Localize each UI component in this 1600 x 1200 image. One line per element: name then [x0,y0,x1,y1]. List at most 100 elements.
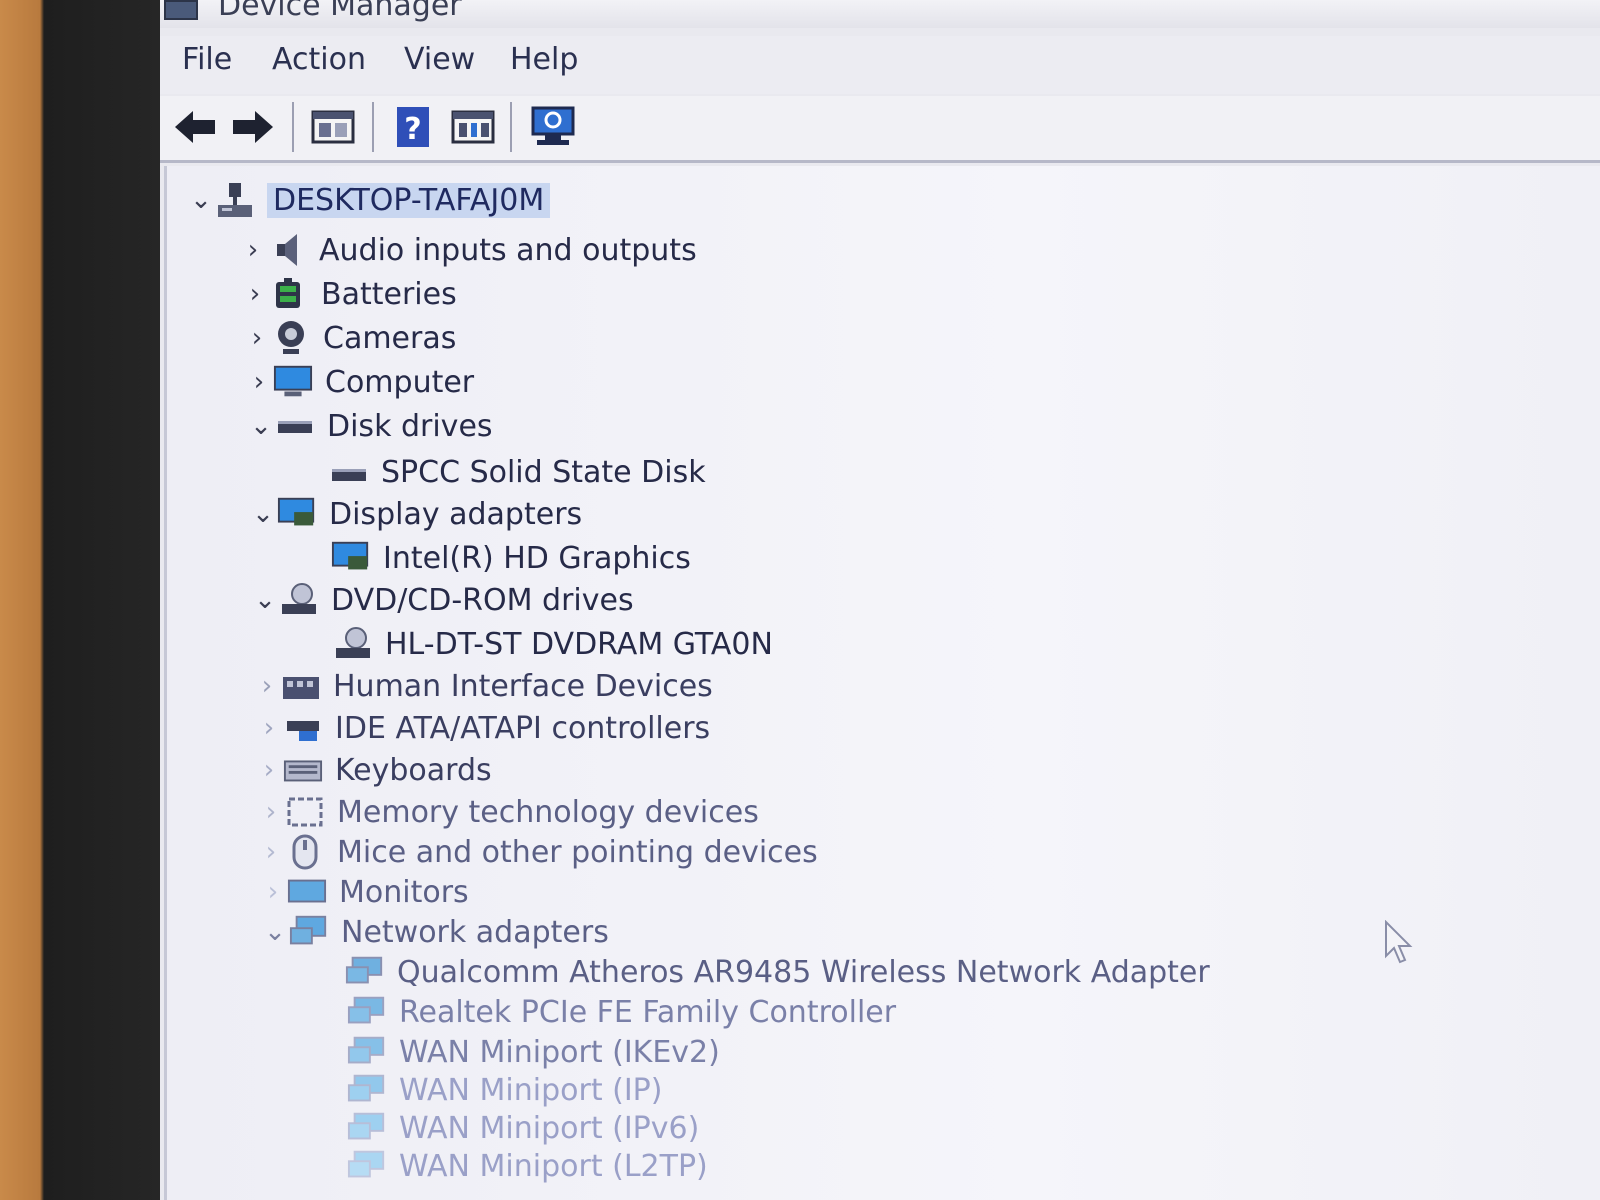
scan-hardware-button[interactable] [530,104,576,150]
tree-item-label: Cameras [323,320,457,356]
network-adapter-icon [347,1110,387,1146]
window-title: Device Manager [218,0,462,23]
tree-item-label: Human Interface Devices [333,668,713,704]
hid-icon [281,668,321,704]
device-manager-window: Device Manager File Action View Help ? ⌄… [160,0,1600,1200]
svg-text:?: ? [404,112,421,147]
device-label: WAN Miniport (IP) [399,1072,663,1108]
title-bar: Device Manager [160,0,1600,28]
expand-chevron-icon[interactable]: › [257,792,285,832]
device-spcc-ssd[interactable]: SPCC Solid State Disk [329,452,706,492]
update-driver-button[interactable] [450,104,496,150]
monitor-bezel [0,0,160,1200]
menu-bar: File Action View Help [160,36,1600,94]
expand-chevron-icon[interactable]: › [255,750,283,790]
dvd-drive-icon [333,626,373,662]
expand-chevron-icon[interactable]: › [243,318,271,358]
update-driver-icon [451,110,495,144]
tree-item-label: DVD/CD-ROM drives [331,582,634,618]
network-adapter-icon [347,994,387,1030]
device-label: Intel(R) HD Graphics [383,540,691,576]
scan-hardware-icon [531,106,575,145]
menu-help[interactable]: Help [510,42,578,77]
tree-item-dvd-drives[interactable]: ⌄ DVD/CD-ROM drives [251,580,634,620]
device-label: WAN Miniport (IKEv2) [399,1034,720,1070]
tree-item-network-adapters[interactable]: ⌄ Network adapters [261,912,609,952]
tree-item-disk-drives[interactable]: ⌄ Disk drives [247,406,493,446]
device-hl-dt-st-dvdram[interactable]: HL-DT-ST DVDRAM GTA0N [333,624,773,664]
expand-chevron-icon[interactable]: › [255,708,283,748]
properties-button[interactable] [310,104,356,150]
expand-chevron-icon[interactable]: › [259,872,287,912]
tree-item-label: Disk drives [327,408,493,444]
tree-item-computer[interactable]: › Computer [245,362,474,402]
collapse-chevron-icon[interactable]: ⌄ [247,406,275,446]
ide-controller-icon [283,710,323,746]
display-adapter-icon [331,540,371,576]
computer-root-icon [215,182,255,218]
device-label: WAN Miniport (L2TP) [399,1148,708,1184]
tree-item-display-adapters[interactable]: ⌄ Display adapters [249,494,582,534]
menu-view[interactable]: View [404,42,475,77]
tree-item-label: Mice and other pointing devices [337,834,818,870]
menu-action[interactable]: Action [272,42,366,77]
device-wan-miniport-ikev2[interactable]: WAN Miniport (IKEv2) [347,1032,720,1072]
collapse-chevron-icon[interactable]: ⌄ [187,180,215,220]
tree-item-label: Batteries [321,276,457,312]
tree-item-label: Keyboards [335,752,492,788]
tree-item-cameras[interactable]: › Cameras [243,318,457,358]
device-wan-miniport-ip[interactable]: WAN Miniport (IP) [347,1070,662,1110]
camera-icon [271,320,311,356]
device-wan-miniport-l2tp[interactable]: WAN Miniport (L2TP) [347,1146,708,1186]
menu-file[interactable]: File [182,42,232,77]
back-button[interactable] [172,104,218,150]
dvd-drive-icon [279,582,319,618]
tree-item-mice[interactable]: › Mice and other pointing devices [257,832,818,872]
device-label: Realtek PCIe FE Family Controller [399,994,897,1030]
device-label: HL-DT-ST DVDRAM GTA0N [385,626,773,662]
mouse-cursor-icon [1385,920,1413,964]
tree-item-label: Monitors [339,874,469,910]
expand-chevron-icon[interactable]: › [241,274,269,314]
device-label: WAN Miniport (IPv6) [399,1110,700,1146]
device-intel-hd-graphics[interactable]: Intel(R) HD Graphics [331,538,691,578]
tree-item-label: Computer [325,364,475,400]
collapse-chevron-icon[interactable]: ⌄ [251,580,279,620]
forward-button[interactable] [230,104,276,150]
monitor-icon [287,874,327,910]
expand-chevron-icon[interactable]: › [257,832,285,872]
collapse-chevron-icon[interactable]: ⌄ [249,494,277,534]
tree-item-batteries[interactable]: › Batteries [241,274,457,314]
expand-chevron-icon[interactable]: › [239,230,267,270]
device-tree: ⌄ DESKTOP-TAFAJ0M › Audio inputs and out… [164,166,1600,1200]
battery-icon [269,276,309,312]
properties-icon [311,110,355,144]
toolbar-separator [372,102,374,152]
network-adapter-icon [347,1072,387,1108]
network-adapter-icon [345,954,385,990]
back-icon [175,111,215,143]
toolbar-separator [510,102,512,152]
device-wan-miniport-ipv6[interactable]: WAN Miniport (IPv6) [347,1108,699,1148]
tree-item-memory-devices[interactable]: › Memory technology devices [257,792,759,832]
tree-item-hid[interactable]: › Human Interface Devices [253,666,713,706]
device-realtek-pcie[interactable]: Realtek PCIe FE Family Controller [347,992,896,1032]
disk-drive-icon [275,408,315,444]
tree-item-ide-controllers[interactable]: › IDE ATA/ATAPI controllers [255,708,710,748]
memory-icon [285,794,325,830]
keyboard-icon [283,752,323,788]
network-adapter-icon [289,914,329,950]
device-qualcomm-atheros[interactable]: Qualcomm Atheros AR9485 Wireless Network… [345,952,1210,992]
collapse-chevron-icon[interactable]: ⌄ [261,912,289,952]
expand-chevron-icon[interactable]: › [245,362,273,402]
tree-item-label: Display adapters [329,496,583,532]
tree-item-label: IDE ATA/ATAPI controllers [335,710,711,746]
mouse-icon [285,834,325,870]
tree-root[interactable]: ⌄ DESKTOP-TAFAJ0M [187,180,551,220]
help-button[interactable]: ? [390,104,436,150]
tree-item-keyboards[interactable]: › Keyboards [255,750,492,790]
tree-item-audio[interactable]: › Audio inputs and outputs [239,230,697,270]
disk-drive-icon [329,454,369,490]
expand-chevron-icon[interactable]: › [253,666,281,706]
tree-item-monitors[interactable]: › Monitors [259,872,469,912]
